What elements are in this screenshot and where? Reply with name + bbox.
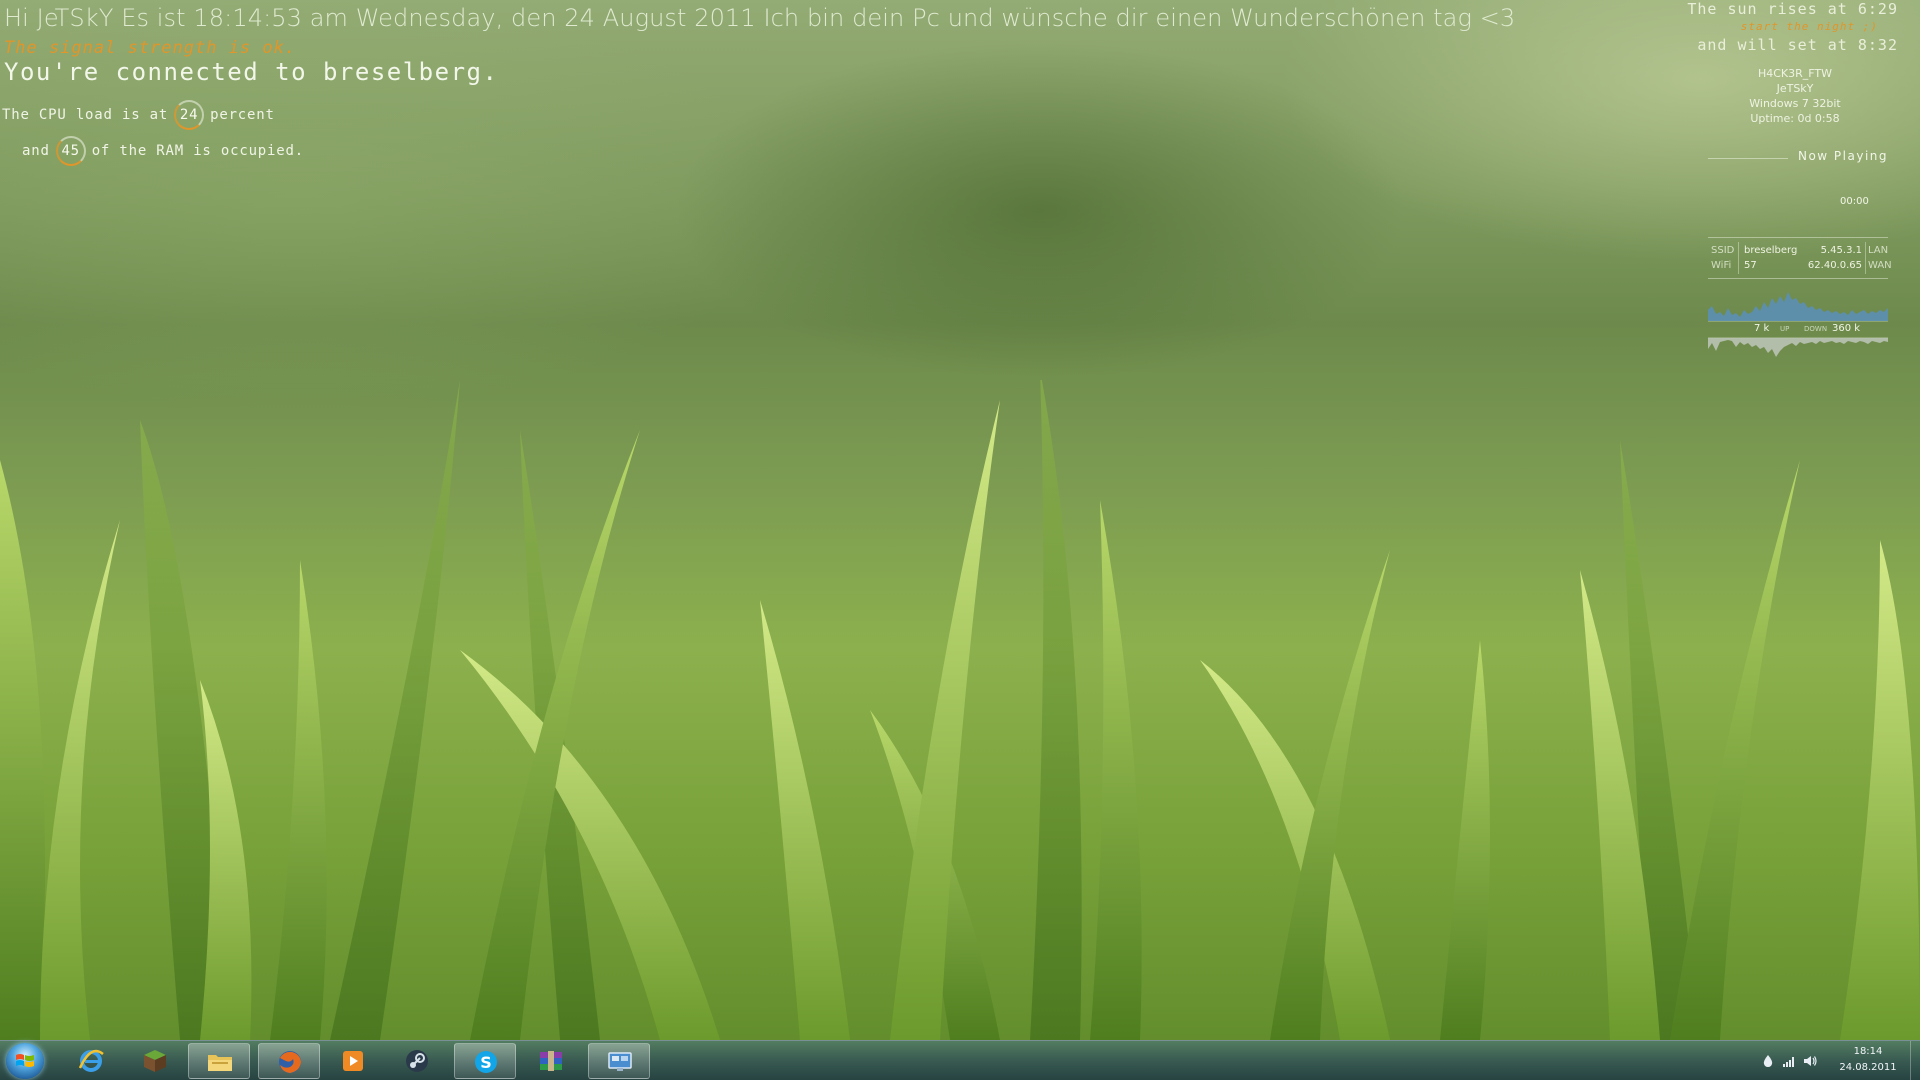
taskbar-skype[interactable]: S xyxy=(454,1043,516,1079)
svg-text:S: S xyxy=(480,1053,492,1072)
network-speed-labels: 7 k UP DOWN 360 k xyxy=(1708,323,1888,335)
steam-icon xyxy=(406,1050,428,1072)
windows-flag-icon xyxy=(16,1054,34,1067)
upload-label: UP xyxy=(1780,325,1790,333)
taskbar-steam[interactable] xyxy=(386,1043,448,1079)
taskbar-media-player[interactable] xyxy=(322,1043,384,1079)
show-desktop-button[interactable] xyxy=(1910,1041,1920,1080)
network-upload-graph xyxy=(1708,292,1888,322)
water-drop-icon[interactable] xyxy=(1761,1054,1775,1068)
winrar-icon xyxy=(540,1051,562,1071)
taskbar-remote-desktop[interactable] xyxy=(588,1043,650,1079)
taskbar-file-explorer[interactable] xyxy=(188,1043,250,1079)
night-tagline: start the night ;) xyxy=(1740,20,1878,33)
track-time: 00:00 xyxy=(1840,196,1869,207)
cpu-load-text: The CPU load is at 24 percent xyxy=(2,100,275,130)
wifi-signal-value: 57 xyxy=(1744,260,1757,271)
sunrise-text: The sun rises at 6:29 xyxy=(1687,0,1898,18)
ram-suffix: of the RAM is occupied. xyxy=(91,143,304,159)
computer-name: H4CK3R_FTW xyxy=(1757,67,1833,80)
uptime-text: Uptime: 0d 0:58 xyxy=(1750,112,1840,125)
lan-label: LAN xyxy=(1868,245,1889,256)
cpu-prefix: The CPU load is at xyxy=(2,107,169,123)
user-name: JeTSkY xyxy=(1776,82,1814,95)
sunset-text: and will set at 8:32 xyxy=(1697,36,1898,54)
volume-icon[interactable] xyxy=(1803,1054,1817,1068)
skype-icon: S xyxy=(475,1051,497,1073)
system-info-widget: H4CK3R_FTW JeTSkY Windows 7 32bit Uptime… xyxy=(1710,66,1880,126)
network-download-graph xyxy=(1708,337,1888,357)
wan-ip-value: 62.40.0.65 xyxy=(1807,260,1862,271)
taskbar-minecraft[interactable] xyxy=(124,1043,186,1079)
desktop-background: Hi JeTSkY Es ist 18:14:53 am Wednesday, … xyxy=(0,0,1920,1080)
cpu-load-gauge: 24 xyxy=(174,100,205,130)
ram-usage-gauge: 45 xyxy=(55,136,86,166)
ssid-value: breselberg xyxy=(1744,245,1798,256)
now-playing-widget[interactable]: Now Playing xyxy=(1708,149,1888,169)
taskbar-internet-explorer[interactable] xyxy=(60,1043,122,1079)
firefox-icon xyxy=(279,1051,301,1073)
network-connection-text: You're connected to breselberg. xyxy=(4,58,499,86)
ram-usage-text: and 45 of the RAM is occupied. xyxy=(22,136,304,166)
lan-ip-value: 5.45.3.1 xyxy=(1820,245,1862,256)
wan-label: WAN xyxy=(1868,260,1892,271)
cpu-suffix: percent xyxy=(210,107,275,123)
signal-strength-text: The signal strength is ok. xyxy=(4,38,297,58)
download-label: DOWN xyxy=(1804,325,1828,333)
network-info-table: SSID WiFi breselberg 57 5.45.3.1 62.40.0… xyxy=(1708,237,1892,279)
start-button[interactable] xyxy=(6,1043,44,1079)
clock-time: 18:14 xyxy=(1853,1046,1883,1057)
remote-desktop-icon xyxy=(608,1052,632,1071)
download-speed: 360 k xyxy=(1832,323,1861,334)
internet-explorer-icon xyxy=(78,1049,104,1072)
network-divider xyxy=(1738,242,1739,274)
folder-icon xyxy=(208,1055,232,1071)
ram-prefix: and xyxy=(22,143,50,159)
wifi-label: WiFi xyxy=(1711,260,1732,271)
now-playing-label: Now Playing xyxy=(1797,149,1888,163)
greeting-text: Hi JeTSkY Es ist 18:14:53 am Wednesday, … xyxy=(4,4,1516,32)
network-divider xyxy=(1865,242,1866,274)
clock-date: 24.08.2011 xyxy=(1839,1062,1897,1073)
taskbar-winrar[interactable] xyxy=(520,1043,582,1079)
taskbar-firefox[interactable] xyxy=(258,1043,320,1079)
media-player-icon xyxy=(343,1051,363,1071)
ssid-label: SSID xyxy=(1711,245,1735,256)
upload-speed: 7 k xyxy=(1754,323,1770,334)
network-signal-icon[interactable] xyxy=(1782,1054,1796,1068)
grass-wallpaper xyxy=(0,380,1920,1040)
minecraft-block-icon xyxy=(144,1050,166,1072)
os-version: Windows 7 32bit xyxy=(1749,97,1841,110)
taskbar: S xyxy=(0,1040,1920,1080)
now-playing-divider xyxy=(1708,158,1788,159)
taskbar-clock[interactable]: 18:14 24.08.2011 xyxy=(1828,1044,1908,1076)
